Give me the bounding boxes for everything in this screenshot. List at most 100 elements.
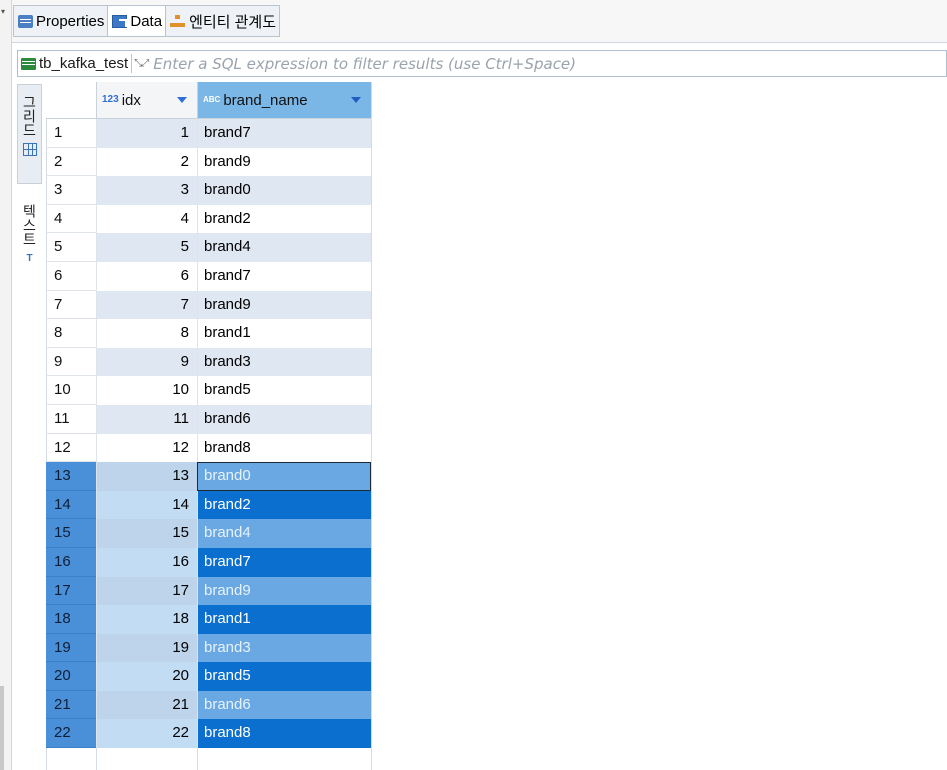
cell-idx[interactable]: 13 xyxy=(96,462,197,491)
table-row[interactable]: 12 12 brand8 xyxy=(46,433,371,463)
row-number[interactable]: 21 xyxy=(46,690,96,720)
filter-input[interactable] xyxy=(153,54,946,73)
cell-brand-name[interactable]: brand8 xyxy=(197,433,371,463)
row-number[interactable]: 6 xyxy=(46,262,96,291)
row-number[interactable]: 3 xyxy=(46,176,96,205)
side-tab-text[interactable]: 텍스트 T xyxy=(17,194,42,274)
cell-brand-name[interactable]: brand7 xyxy=(197,261,371,291)
cell-brand-name[interactable]: brand7 xyxy=(197,119,371,148)
cell-brand-name[interactable]: brand6 xyxy=(197,404,371,434)
row-number[interactable]: 10 xyxy=(46,376,96,405)
row-number[interactable]: 7 xyxy=(46,291,96,320)
cell-brand-name[interactable]: brand0 xyxy=(197,176,371,205)
row-number[interactable]: 16 xyxy=(46,547,96,577)
table-row[interactable]: 8 8 brand1 xyxy=(46,319,371,348)
table-row[interactable]: 19 19 brand3 xyxy=(46,633,371,663)
expand-icon[interactable]: ⤡⤢ xyxy=(134,58,149,69)
table-row[interactable]: 13 13 brand0 xyxy=(46,462,371,491)
table-row[interactable]: 7 7 brand9 xyxy=(46,290,371,320)
cell-brand-name[interactable]: brand5 xyxy=(197,376,371,405)
row-number[interactable]: 1 xyxy=(46,119,96,148)
cell-idx[interactable]: 1 xyxy=(96,119,197,148)
cell-idx[interactable]: 6 xyxy=(96,261,197,291)
cell-brand-name[interactable]: brand4 xyxy=(197,233,371,262)
row-number[interactable]: 12 xyxy=(46,434,96,463)
cell-idx[interactable]: 9 xyxy=(96,347,197,377)
cell-idx[interactable]: 3 xyxy=(96,176,197,205)
table-row[interactable]: 9 9 brand3 xyxy=(46,347,371,377)
cell-brand-name[interactable]: brand0 xyxy=(197,462,371,491)
cell-idx[interactable]: 17 xyxy=(96,576,197,606)
table-row[interactable]: 6 6 brand7 xyxy=(46,261,371,291)
table-row[interactable]: 15 15 brand4 xyxy=(46,519,371,548)
row-number[interactable]: 19 xyxy=(46,633,96,663)
tab-er-diagram[interactable]: 엔티티 관계도 xyxy=(166,6,279,36)
cell-idx[interactable]: 11 xyxy=(96,404,197,434)
row-number[interactable]: 13 xyxy=(46,462,96,491)
cell-idx[interactable]: 12 xyxy=(96,433,197,463)
table-row[interactable]: 2 2 brand9 xyxy=(46,147,371,177)
cell-brand-name[interactable]: brand9 xyxy=(197,147,371,177)
row-number[interactable]: 5 xyxy=(46,233,96,262)
cell-brand-name[interactable]: brand9 xyxy=(197,576,371,606)
cell-idx[interactable]: 7 xyxy=(96,290,197,320)
sort-dropdown-icon[interactable] xyxy=(351,97,361,103)
tab-properties[interactable]: Properties xyxy=(14,6,109,36)
cell-idx[interactable]: 16 xyxy=(96,547,197,577)
cell-idx[interactable]: 4 xyxy=(96,204,197,234)
table-row[interactable]: 20 20 brand5 xyxy=(46,662,371,691)
cell-brand-name[interactable]: brand7 xyxy=(197,547,371,577)
tab-data[interactable]: Data xyxy=(108,6,167,36)
table-name-link[interactable]: tb_kafka_test xyxy=(39,55,131,72)
table-row[interactable]: 5 5 brand4 xyxy=(46,233,371,262)
cell-idx[interactable]: 19 xyxy=(96,633,197,663)
table-row[interactable]: 3 3 brand0 xyxy=(46,176,371,205)
cell-brand-name[interactable]: brand8 xyxy=(197,719,371,749)
row-number[interactable]: 15 xyxy=(46,519,96,548)
cell-brand-name[interactable]: brand4 xyxy=(197,519,371,548)
table-row[interactable]: 18 18 brand1 xyxy=(46,605,371,634)
row-number[interactable]: 2 xyxy=(46,148,96,177)
cell-brand-name[interactable]: brand2 xyxy=(197,490,371,520)
column-header-brand-name[interactable]: ABC brand_name xyxy=(197,82,371,119)
cell-idx[interactable]: 21 xyxy=(96,690,197,720)
row-number[interactable]: 9 xyxy=(46,348,96,377)
table-row[interactable]: 1 1 brand7 xyxy=(46,119,371,148)
cell-idx[interactable]: 20 xyxy=(96,662,197,691)
cell-idx[interactable]: 15 xyxy=(96,519,197,548)
side-tab-grid[interactable]: 그리드 xyxy=(17,84,42,184)
cell-brand-name[interactable]: brand3 xyxy=(197,633,371,663)
table-row[interactable]: 21 21 brand6 xyxy=(46,690,371,720)
cell-brand-name[interactable]: brand6 xyxy=(197,690,371,720)
table-row[interactable]: 10 10 brand5 xyxy=(46,376,371,405)
row-number[interactable]: 8 xyxy=(46,319,96,348)
row-number[interactable]: 18 xyxy=(46,605,96,634)
cell-brand-name[interactable]: brand1 xyxy=(197,605,371,634)
cell-idx[interactable]: 18 xyxy=(96,605,197,634)
cell-idx[interactable]: 10 xyxy=(96,376,197,405)
table-row[interactable]: 22 22 brand8 xyxy=(46,719,371,749)
cell-idx[interactable]: 14 xyxy=(96,490,197,520)
cell-brand-name[interactable]: brand9 xyxy=(197,290,371,320)
cell-brand-name[interactable]: brand3 xyxy=(197,347,371,377)
cell-brand-name[interactable]: brand5 xyxy=(197,662,371,691)
table-row[interactable]: 16 16 brand7 xyxy=(46,547,371,577)
cell-idx[interactable]: 8 xyxy=(96,319,197,348)
results-grid[interactable]: 123 idx ABC brand_name 1 1 brand7 2 2 brand9 3… xyxy=(46,82,947,770)
row-number[interactable]: 17 xyxy=(46,576,96,606)
cell-idx[interactable]: 22 xyxy=(96,719,197,749)
row-number-header[interactable] xyxy=(46,82,96,119)
edge-scroll-grip[interactable] xyxy=(0,686,4,770)
row-number[interactable]: 14 xyxy=(46,490,96,520)
table-row[interactable]: 14 14 brand2 xyxy=(46,490,371,520)
cell-idx[interactable]: 2 xyxy=(96,147,197,177)
table-row[interactable]: 11 11 brand6 xyxy=(46,404,371,434)
cell-idx[interactable]: 5 xyxy=(96,233,197,262)
row-number[interactable]: 20 xyxy=(46,662,96,691)
table-row[interactable]: 4 4 brand2 xyxy=(46,204,371,234)
row-number[interactable]: 4 xyxy=(46,205,96,234)
column-header-idx[interactable]: 123 idx xyxy=(96,82,197,119)
table-row[interactable]: 17 17 brand9 xyxy=(46,576,371,606)
cell-brand-name[interactable]: brand2 xyxy=(197,204,371,234)
sort-dropdown-icon[interactable] xyxy=(177,97,187,103)
